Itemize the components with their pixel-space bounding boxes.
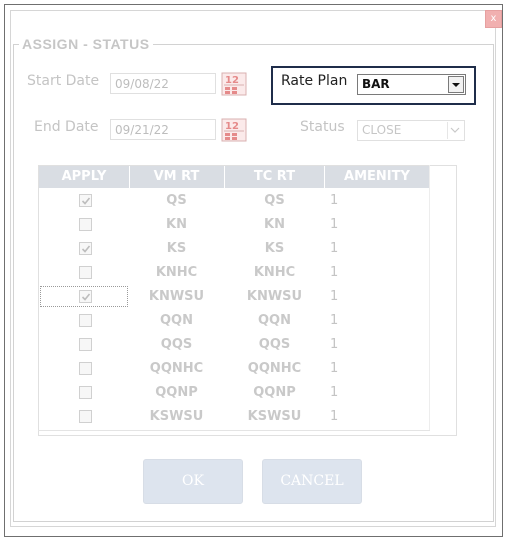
apply-checkbox[interactable] bbox=[79, 386, 92, 399]
apply-checkbox[interactable] bbox=[79, 266, 92, 279]
table-row[interactable]: QQNHC QQNHC 1 bbox=[39, 357, 429, 381]
vm-rt-cell: QS bbox=[166, 193, 187, 208]
amenity-cell: 1 bbox=[330, 241, 339, 256]
apply-cell bbox=[39, 189, 129, 213]
apply-cell bbox=[39, 357, 129, 381]
status-value: CLOSE bbox=[362, 123, 402, 137]
vm-rt-cell: QQS bbox=[160, 337, 193, 352]
apply-checkbox[interactable] bbox=[79, 242, 92, 255]
status-select[interactable]: CLOSE bbox=[357, 120, 465, 141]
apply-cell bbox=[39, 213, 129, 237]
rate-plan-select[interactable]: BAR bbox=[357, 74, 466, 95]
amenity-cell: 1 bbox=[330, 361, 339, 376]
tc-rt-cell: KNHC bbox=[253, 265, 296, 280]
column-header-tc-rt[interactable]: TC RT bbox=[225, 166, 324, 188]
table-row[interactable]: QQNP QQNP 1 bbox=[39, 381, 429, 405]
table-row[interactable]: KN KN 1 bbox=[39, 213, 429, 237]
amenity-cell: 1 bbox=[330, 409, 339, 424]
apply-cell bbox=[39, 333, 129, 357]
vm-rt-cell: KSWSU bbox=[149, 409, 204, 424]
apply-checkbox[interactable] bbox=[79, 410, 92, 423]
amenity-cell: 1 bbox=[330, 313, 339, 328]
start-date-label: Start Date bbox=[27, 73, 100, 89]
apply-cell bbox=[39, 309, 129, 333]
end-date-label: End Date bbox=[34, 119, 99, 135]
rate-plan-value: BAR bbox=[362, 77, 390, 91]
tc-rt-cell: QQNHC bbox=[247, 361, 302, 376]
amenity-cell: 1 bbox=[330, 385, 339, 400]
apply-cell bbox=[39, 261, 129, 285]
column-header-apply[interactable]: APPLY bbox=[39, 166, 129, 188]
chevron-down-icon[interactable] bbox=[447, 122, 463, 139]
tc-rt-cell: QQS bbox=[258, 337, 291, 352]
calendar-icon[interactable]: 12 bbox=[221, 72, 247, 96]
apply-checkbox[interactable] bbox=[79, 314, 92, 327]
vm-rt-cell: QQNP bbox=[155, 385, 198, 400]
tc-rt-cell: QS bbox=[264, 193, 285, 208]
end-date-input[interactable]: 09/21/22 bbox=[110, 119, 216, 140]
rate-plan-label: Rate Plan bbox=[281, 73, 348, 89]
apply-cell bbox=[39, 237, 129, 261]
amenity-cell: 1 bbox=[330, 337, 339, 352]
chevron-down-icon[interactable] bbox=[448, 76, 464, 93]
apply-checkbox[interactable] bbox=[79, 362, 92, 375]
table-row[interactable]: KSWSU KSWSU 1 bbox=[39, 405, 429, 429]
table-row[interactable]: QS QS 1 bbox=[39, 189, 429, 213]
apply-cell bbox=[39, 381, 129, 405]
calendar-icon[interactable]: 12 bbox=[221, 118, 247, 142]
cancel-button[interactable]: CANCEL bbox=[262, 459, 362, 504]
status-label: Status bbox=[300, 119, 345, 135]
close-button[interactable]: x bbox=[485, 10, 502, 28]
focus-rectangle bbox=[40, 286, 128, 307]
vm-rt-cell: QQNHC bbox=[149, 361, 204, 376]
tc-rt-cell: QQNP bbox=[253, 385, 296, 400]
vm-rt-cell: KS bbox=[166, 241, 187, 256]
apply-checkbox[interactable] bbox=[79, 338, 92, 351]
tc-rt-cell: KS bbox=[264, 241, 285, 256]
vm-rt-cell: KNHC bbox=[155, 265, 198, 280]
table-row[interactable]: KNHC KNHC 1 bbox=[39, 261, 429, 285]
apply-checkbox[interactable] bbox=[79, 218, 92, 231]
table-row[interactable]: KS KS 1 bbox=[39, 237, 429, 261]
tc-rt-cell: KNWSU bbox=[246, 289, 303, 304]
vm-rt-cell: QQN bbox=[160, 313, 193, 328]
table-row[interactable]: QQS QQS 1 bbox=[39, 333, 429, 357]
table-row[interactable]: QQN QQN 1 bbox=[39, 309, 429, 333]
vm-rt-cell: KNWSU bbox=[148, 289, 205, 304]
svg-text:12: 12 bbox=[225, 75, 239, 86]
ok-button[interactable]: OK bbox=[143, 459, 243, 504]
tc-rt-cell: QQN bbox=[258, 313, 291, 328]
amenity-cell: 1 bbox=[330, 193, 339, 208]
svg-text:12: 12 bbox=[225, 121, 239, 132]
tc-rt-cell: KN bbox=[264, 217, 285, 232]
column-header-vm-rt[interactable]: VM RT bbox=[130, 166, 223, 188]
amenity-cell: 1 bbox=[330, 289, 339, 304]
apply-cell bbox=[39, 405, 129, 429]
apply-checkbox[interactable] bbox=[79, 194, 92, 207]
dialog-title: ASSIGN - STATUS bbox=[19, 36, 153, 52]
tc-rt-cell: KSWSU bbox=[247, 409, 302, 424]
vm-rt-cell: KN bbox=[166, 217, 187, 232]
start-date-input[interactable]: 09/08/22 bbox=[110, 73, 216, 94]
amenity-cell: 1 bbox=[330, 265, 339, 280]
amenity-cell: 1 bbox=[330, 217, 339, 232]
apply-cell bbox=[39, 285, 129, 309]
table-row[interactable]: KNWSU KNWSU 1 bbox=[39, 285, 429, 309]
column-header-amenity[interactable]: AMENITY bbox=[325, 166, 429, 188]
